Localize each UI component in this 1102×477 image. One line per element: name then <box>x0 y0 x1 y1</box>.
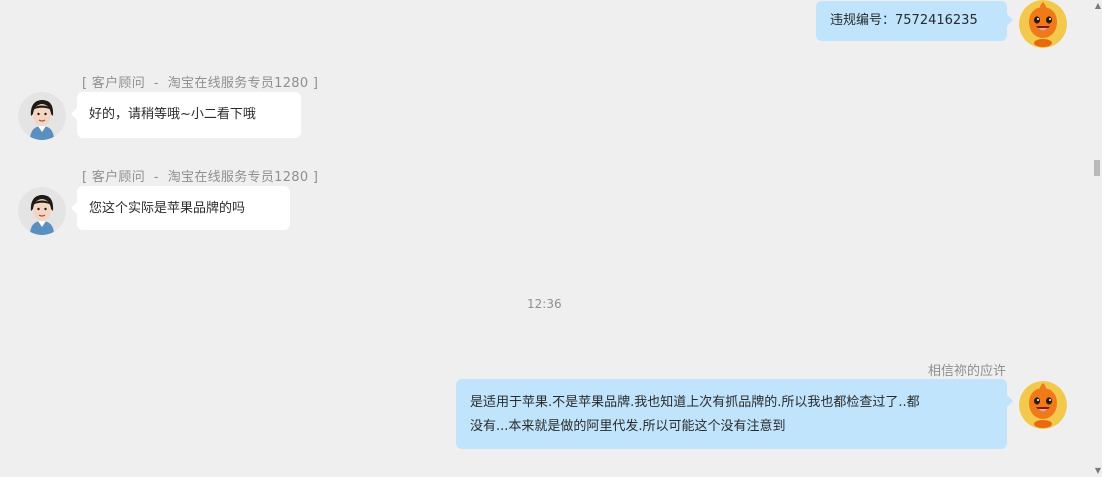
incoming-message-bubble[interactable]: 好的，请稍等哦~小二看下哦 <box>71 92 301 138</box>
bubble-tail <box>71 108 77 120</box>
agent-avatar-icon <box>18 92 66 140</box>
orange-mascot-icon <box>1019 381 1067 429</box>
agent-avatar-icon <box>18 187 66 235</box>
sender-label: 相信祢的应许 <box>927 364 1006 379</box>
message-text-line: 是适用于苹果.不是苹果品牌.我也知道上次有抓品牌的.所以我也都检查过了..都 <box>470 395 920 410</box>
scroll-up-arrow-icon[interactable]: ▲ <box>1094 2 1102 10</box>
bubble-tail <box>1007 395 1013 407</box>
sender-label: [ 客户顾问 - 淘宝在线服务专员1280 ] <box>82 76 319 91</box>
sender-label: [ 客户顾问 - 淘宝在线服务专员1280 ] <box>82 170 319 185</box>
outgoing-message-bubble[interactable]: 违规编号：7572416235 <box>816 1 1013 41</box>
incoming-message-bubble[interactable]: 您这个实际是苹果品牌的吗 <box>71 186 290 230</box>
message-text-line: 没有...本来就是做的阿里代发.所以可能这个没有注意到 <box>470 419 786 434</box>
vertical-scrollbar[interactable]: ▲ ▼ <box>1094 0 1102 477</box>
user-avatar[interactable] <box>1019 381 1067 429</box>
outgoing-message-bubble[interactable]: 是适用于苹果.不是苹果品牌.我也知道上次有抓品牌的.所以我也都检查过了..都 没… <box>456 379 1013 449</box>
chat-panel: 违规编号：7572416235 [ 客户顾问 - 淘宝在线服务专员1280 ] <box>0 0 1094 477</box>
message-text: 您这个实际是苹果品牌的吗 <box>89 201 246 216</box>
message-text: 违规编号：7572416235 <box>830 13 978 28</box>
scrollbar-thumb[interactable] <box>1094 160 1100 176</box>
scroll-down-arrow-icon[interactable]: ▼ <box>1094 467 1102 475</box>
bubble-tail <box>1007 14 1013 26</box>
orange-mascot-icon <box>1019 0 1067 48</box>
agent-avatar[interactable] <box>18 187 66 235</box>
bubble-tail <box>71 202 77 214</box>
user-avatar[interactable] <box>1019 0 1067 48</box>
message-timestamp: 12:36 <box>527 297 562 311</box>
agent-avatar[interactable] <box>18 92 66 140</box>
message-text: 好的，请稍等哦~小二看下哦 <box>89 107 256 122</box>
